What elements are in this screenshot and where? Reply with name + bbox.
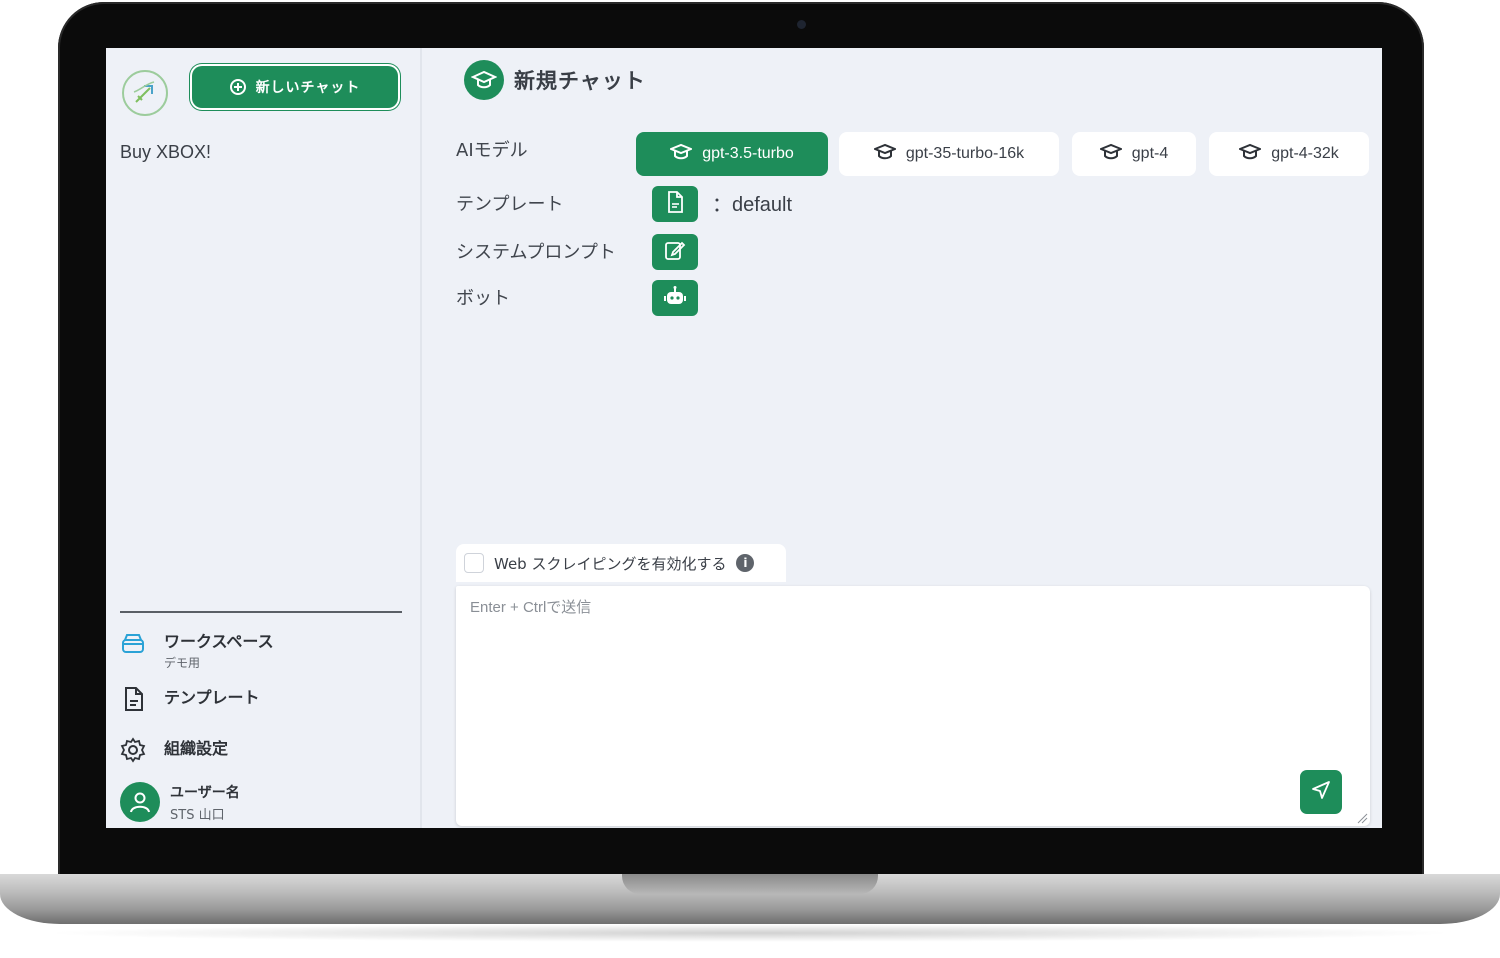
sidebar-divider xyxy=(120,611,402,613)
laptop-shadow xyxy=(40,924,1460,942)
new-chat-button[interactable]: 新しいチャット xyxy=(192,66,398,108)
bot-label: ボット xyxy=(456,288,510,309)
edit-icon xyxy=(664,239,686,265)
web-scraping-label: Web スクレイピングを有効化する xyxy=(494,554,727,573)
template-label: テンプレート xyxy=(456,194,564,215)
workspace-label: ワークスペース xyxy=(164,632,274,651)
model-option-gpt-3.5-turbo[interactable]: gpt-3.5-turbo xyxy=(636,132,828,176)
document-icon xyxy=(665,191,685,217)
resize-handle-icon[interactable] xyxy=(1356,812,1368,824)
template-select-button[interactable] xyxy=(652,186,698,222)
gear-icon xyxy=(120,737,146,763)
info-icon[interactable]: i xyxy=(736,554,755,572)
template-nav-label: テンプレート xyxy=(164,688,260,707)
graduation-cap-icon xyxy=(1098,142,1124,167)
workspace-sub: デモ用 xyxy=(164,656,201,670)
new-chat-label: 新しいチャット xyxy=(255,80,361,96)
rocket-logo-icon[interactable] xyxy=(122,70,168,116)
graduation-cap-icon xyxy=(668,142,694,167)
sidebar-item-user[interactable]: ユーザー名 STS 山口 xyxy=(120,782,240,823)
title-row: 新規チャット xyxy=(464,60,646,100)
system-prompt-label: システムプロンプト xyxy=(456,242,616,263)
sidebar: 新しいチャット Buy XBOX! ワークスペース デモ用 テンプレート 組織設… xyxy=(106,48,422,828)
robot-icon xyxy=(663,285,687,311)
web-scraping-checkbox[interactable] xyxy=(464,553,484,573)
system-prompt-edit-button[interactable] xyxy=(652,234,698,270)
ai-model-label: AIモデル xyxy=(456,140,528,161)
camera-dot xyxy=(797,20,806,29)
model-option-gpt-35-turbo-16k[interactable]: gpt-35-turbo-16k xyxy=(839,132,1059,176)
model-option-gpt-4-32k[interactable]: gpt-4-32k xyxy=(1209,132,1369,176)
username-label: ユーザー名 xyxy=(170,785,240,801)
model-label: gpt-35-turbo-16k xyxy=(905,145,1025,162)
sidebar-item-template[interactable]: テンプレート xyxy=(120,684,260,712)
user-avatar-icon xyxy=(120,782,160,822)
graduation-cap-icon xyxy=(464,60,504,100)
model-label: gpt-3.5-turbo xyxy=(702,145,794,162)
main-panel: 新規チャット AIモデル テンプレート システムプロンプト ボット gpt-3.… xyxy=(422,48,1382,828)
message-input[interactable] xyxy=(456,586,1370,826)
graduation-cap-icon xyxy=(872,142,898,167)
model-label: gpt-4 xyxy=(1131,145,1169,162)
message-composer xyxy=(456,586,1370,826)
graduation-cap-icon xyxy=(1237,142,1263,167)
plus-circle-icon xyxy=(229,79,246,95)
app-screen: 新しいチャット Buy XBOX! ワークスペース デモ用 テンプレート 組織設… xyxy=(106,48,1382,828)
username-value: STS 山口 xyxy=(170,808,225,823)
sidebar-item-settings[interactable]: 組織設定 xyxy=(120,735,228,763)
laptop-notch xyxy=(622,874,878,894)
bot-select-button[interactable] xyxy=(652,280,698,316)
send-icon xyxy=(1311,780,1331,804)
send-button[interactable] xyxy=(1300,770,1342,814)
template-value: ：default xyxy=(712,194,793,216)
workspace-stack-icon xyxy=(120,630,146,656)
document-icon xyxy=(120,686,146,712)
model-label: gpt-4-32k xyxy=(1271,145,1339,162)
page-title: 新規チャット xyxy=(514,69,646,93)
web-scraping-toggle[interactable]: Web スクレイピングを有効化する i xyxy=(456,544,786,582)
settings-nav-label: 組織設定 xyxy=(164,739,229,758)
model-option-gpt-4[interactable]: gpt-4 xyxy=(1072,132,1196,176)
sidebar-item-workspace[interactable]: ワークスペース デモ用 xyxy=(120,628,274,671)
chat-history-item[interactable]: Buy XBOX! xyxy=(120,142,211,163)
